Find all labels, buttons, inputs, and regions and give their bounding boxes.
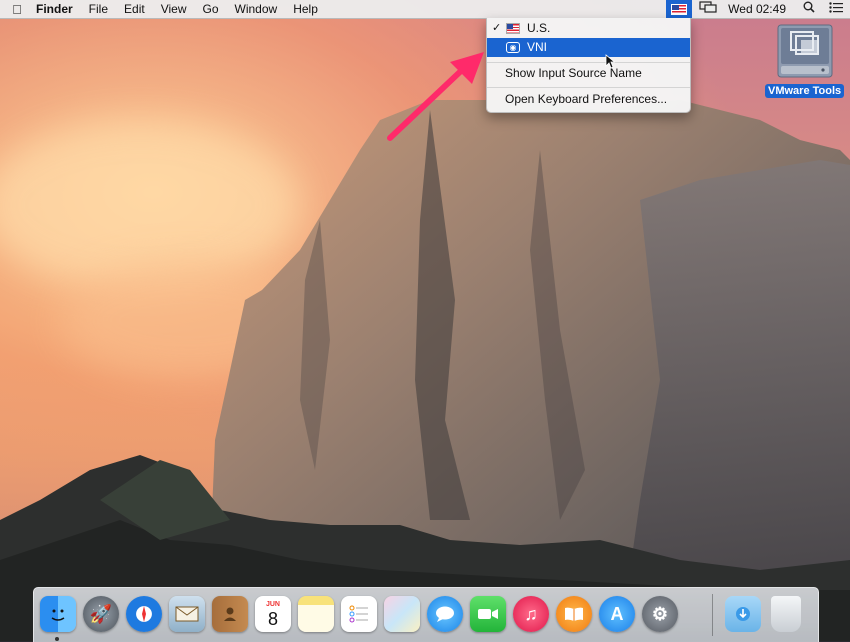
us-flag-icon bbox=[506, 23, 520, 34]
input-source-us-label: U.S. bbox=[527, 21, 551, 35]
menu-file[interactable]: File bbox=[81, 0, 116, 18]
messages-icon[interactable] bbox=[427, 596, 463, 632]
reminders-icon[interactable] bbox=[341, 596, 377, 632]
annotation-arrow-icon bbox=[387, 52, 484, 141]
menu-go[interactable]: Go bbox=[195, 0, 227, 18]
show-input-source-name-item[interactable]: Show Input Source Name bbox=[487, 64, 690, 83]
itunes-icon[interactable]: ♫ bbox=[513, 596, 549, 632]
downloads-folder-icon[interactable] bbox=[725, 596, 761, 632]
checkmark-icon: ✓ bbox=[492, 22, 502, 34]
system-preferences-icon[interactable]: ⚙ bbox=[642, 596, 678, 632]
display-mirroring-icon[interactable] bbox=[692, 0, 724, 18]
menu-separator bbox=[487, 87, 690, 88]
ibooks-icon[interactable] bbox=[556, 596, 592, 632]
calendar-icon[interactable]: JUN 8 bbox=[255, 596, 291, 632]
facetime-icon[interactable] bbox=[470, 596, 506, 632]
input-source-vni-label: VNI bbox=[527, 40, 548, 54]
calendar-month: JUN bbox=[265, 600, 280, 608]
search-icon[interactable] bbox=[796, 0, 822, 18]
status-area: Wed 02:49 bbox=[666, 0, 850, 18]
mail-icon[interactable] bbox=[169, 596, 205, 632]
us-flag-icon bbox=[671, 3, 688, 15]
input-source-vni[interactable]: ◉ VNI bbox=[487, 38, 690, 57]
calendar-day: 8 bbox=[267, 608, 278, 629]
apple-icon[interactable]:  bbox=[6, 2, 28, 17]
input-source-us[interactable]: ✓ U.S. bbox=[487, 19, 690, 38]
menu-finder[interactable]: Finder bbox=[28, 0, 81, 18]
contacts-icon[interactable] bbox=[212, 596, 248, 632]
trash-icon[interactable] bbox=[771, 596, 801, 632]
vmware-tools-label[interactable]: VMware Tools bbox=[765, 84, 845, 98]
menu-separator bbox=[487, 62, 690, 63]
finder-icon[interactable] bbox=[40, 596, 76, 632]
dock-separator bbox=[712, 594, 713, 636]
show-input-source-name-label: Show Input Source Name bbox=[505, 66, 642, 80]
safari-icon[interactable] bbox=[126, 596, 162, 632]
menu-edit[interactable]: Edit bbox=[116, 0, 153, 18]
app-store-icon[interactable]: A bbox=[599, 596, 635, 632]
photo-booth-icon[interactable] bbox=[384, 596, 420, 632]
menu-bar:  Finder File Edit View Go Window Help W… bbox=[0, 0, 850, 19]
notes-icon[interactable] bbox=[298, 596, 334, 632]
finder-running-indicator bbox=[55, 637, 59, 641]
menu-help[interactable]: Help bbox=[285, 0, 326, 18]
menu-view[interactable]: View bbox=[153, 0, 195, 18]
input-source-menu[interactable] bbox=[666, 0, 693, 18]
vni-input-icon: ◉ bbox=[506, 42, 520, 53]
input-source-dropdown: ✓ U.S. ◉ VNI Show Input Source Name Open… bbox=[486, 18, 691, 113]
mouse-cursor-icon bbox=[605, 54, 615, 69]
notification-center-icon[interactable] bbox=[822, 0, 850, 18]
vmware-tools-disk-icon[interactable] bbox=[777, 24, 833, 78]
open-keyboard-preferences-item[interactable]: Open Keyboard Preferences... bbox=[487, 90, 690, 109]
open-keyboard-preferences-label: Open Keyboard Preferences... bbox=[505, 92, 668, 106]
launchpad-icon[interactable]: 🚀 bbox=[83, 596, 119, 632]
dock: 🚀 JUN 8 ♫ A ⚙ bbox=[33, 587, 819, 642]
menubar-clock[interactable]: Wed 02:49 bbox=[724, 0, 796, 18]
menu-window[interactable]: Window bbox=[227, 0, 286, 18]
